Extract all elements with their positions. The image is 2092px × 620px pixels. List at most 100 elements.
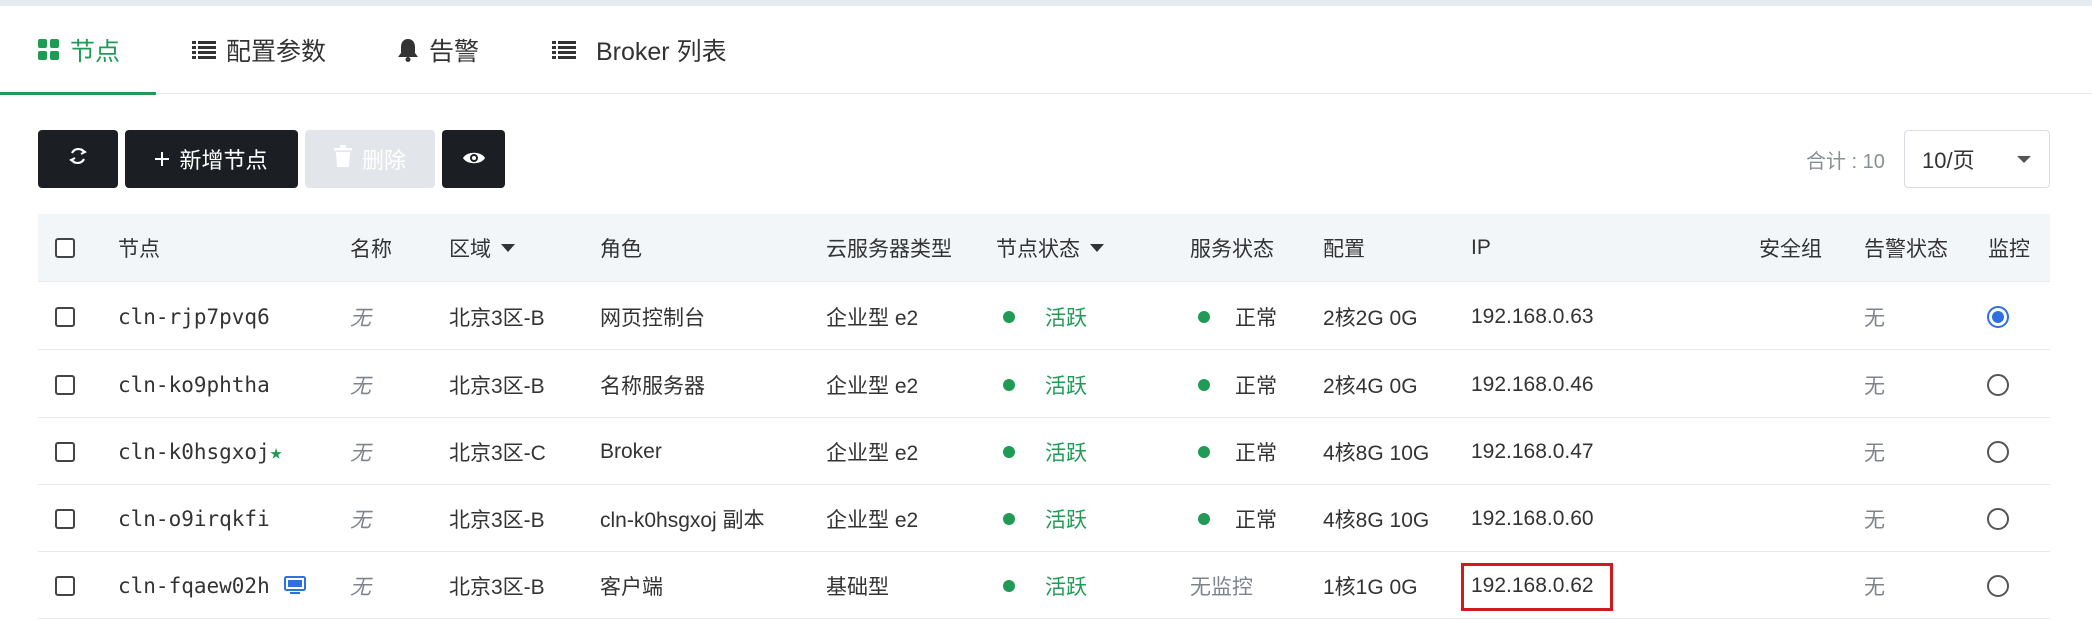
role: 名称服务器	[600, 374, 705, 398]
col-ip: IP	[1471, 236, 1491, 259]
row-checkbox[interactable]	[55, 442, 75, 462]
node-name: 无	[350, 374, 371, 398]
service-status-text: 正常	[1235, 374, 1277, 398]
node-status-text: 活跃	[1045, 575, 1087, 599]
col-alert-status: 告警状态	[1864, 238, 1948, 261]
col-monitor: 监控	[1988, 238, 2030, 261]
col-cloud-type: 云服务器类型	[826, 238, 952, 261]
node-name: 无	[350, 306, 371, 330]
delete-label: 删除	[361, 148, 406, 173]
zone: 北京3区-B	[449, 575, 545, 599]
node-status: 活跃	[1003, 418, 1087, 485]
col-security-group: 安全组	[1759, 238, 1822, 261]
sort-caret-icon	[1090, 244, 1104, 252]
node-id[interactable]: cln-k0hsgxoj	[118, 440, 270, 464]
cloud-type: 基础型	[826, 575, 889, 599]
page-size-value: 10/页	[1922, 148, 1975, 173]
ip-address: 192.168.0.60	[1471, 506, 1594, 530]
refresh-icon	[67, 145, 89, 173]
row-checkbox[interactable]	[55, 375, 75, 395]
add-node-button[interactable]: 新增节点	[125, 130, 298, 188]
monitor-icon	[283, 575, 306, 596]
status-dot-icon	[1003, 512, 1015, 525]
table-row: cln-fqaew02h 无 北京3区-B 客户端 基础型 活跃 无监控 1核1…	[38, 552, 2050, 619]
col-zone[interactable]: 区域	[449, 214, 515, 282]
zone: 北京3区-B	[449, 374, 545, 398]
delete-button[interactable]: 删除	[305, 130, 435, 188]
cloud-type: 企业型 e2	[826, 441, 919, 465]
refresh-button[interactable]	[38, 130, 118, 188]
node-status-text: 活跃	[1045, 508, 1087, 532]
tab-label: 节点	[70, 38, 121, 66]
zone: 北京3区-B	[449, 508, 545, 532]
tab-bar: 节点 配置参数 告警 Broker 列表	[0, 6, 2092, 95]
config: 2核2G 0G	[1323, 306, 1418, 330]
view-toggle-button[interactable]	[442, 130, 505, 188]
row-checkbox[interactable]	[55, 576, 75, 596]
node-name: 无	[350, 575, 371, 599]
eye-icon	[462, 146, 486, 172]
monitor-radio[interactable]	[1987, 441, 2009, 463]
status-dot-icon	[1198, 310, 1210, 323]
cloud-type: 企业型 e2	[826, 306, 919, 330]
node-status: 活跃	[1003, 283, 1087, 350]
table-row: cln-o9irqkfi 无 北京3区-B cln-k0hsgxoj 副本 企业…	[38, 485, 2050, 552]
trash-icon	[333, 145, 352, 173]
node-status: 活跃	[1003, 552, 1087, 619]
status-dot-icon	[1003, 579, 1015, 592]
tab-config-params[interactable]: 配置参数	[192, 6, 326, 94]
row-checkbox[interactable]	[55, 307, 75, 327]
node-status-text: 活跃	[1045, 306, 1087, 330]
node-status: 活跃	[1003, 351, 1087, 418]
service-status-text: 正常	[1235, 441, 1277, 465]
page-size-select[interactable]: 10/页	[1904, 130, 2050, 188]
add-node-label: 新增节点	[179, 148, 268, 173]
tab-label: 配置参数	[226, 38, 327, 66]
row-checkbox[interactable]	[55, 509, 75, 529]
total-count: 合计 : 10	[1806, 150, 1885, 173]
node-id[interactable]: cln-ko9phtha	[118, 351, 270, 418]
config: 2核4G 0G	[1323, 374, 1418, 398]
monitor-radio[interactable]	[1987, 575, 2009, 597]
tab-label: 告警	[429, 38, 480, 66]
node-id[interactable]: cln-o9irqkfi	[118, 485, 270, 552]
monitor-radio[interactable]	[1987, 508, 2009, 530]
role: 客户端	[600, 575, 663, 599]
status-dot-icon	[1198, 512, 1210, 525]
status-dot-icon	[1003, 310, 1015, 323]
tab-label: Broker 列表	[596, 38, 727, 66]
tab-nodes[interactable]: 节点	[0, 6, 156, 95]
service-status: 正常	[1198, 485, 1277, 552]
status-dot-icon	[1198, 445, 1210, 458]
select-all-checkbox[interactable]	[55, 238, 75, 258]
caret-down-icon	[2017, 156, 2031, 163]
service-status: 正常	[1198, 283, 1277, 350]
role: Broker	[600, 439, 662, 463]
list-icon	[552, 40, 576, 60]
zone: 北京3区-C	[449, 441, 546, 465]
node-id-cell: cln-k0hsgxoj ★	[118, 418, 282, 485]
node-id[interactable]: cln-fqaew02h	[118, 574, 270, 598]
service-status: 正常	[1198, 418, 1277, 485]
node-name: 无	[350, 441, 371, 465]
alert-status: 无	[1864, 306, 1885, 330]
monitor-radio[interactable]	[1987, 306, 2009, 328]
star-icon: ★	[269, 439, 283, 464]
status-dot-icon	[1003, 445, 1015, 458]
table-row: cln-k0hsgxoj ★ 无 北京3区-C Broker 企业型 e2 活跃 …	[38, 418, 2050, 485]
monitor-radio[interactable]	[1987, 374, 2009, 396]
ip-highlight-box	[1461, 563, 1613, 611]
col-node-status[interactable]: 节点状态	[996, 214, 1104, 282]
service-status: 无监控	[1190, 575, 1253, 599]
role: cln-k0hsgxoj 副本	[600, 508, 765, 532]
node-status: 活跃	[1003, 485, 1087, 552]
tab-alerts[interactable]: 告警	[397, 6, 479, 94]
alert-status: 无	[1864, 441, 1885, 465]
service-status-text: 正常	[1235, 508, 1277, 532]
config: 4核8G 10G	[1323, 508, 1430, 532]
table-row: cln-ko9phtha 无 北京3区-B 名称服务器 企业型 e2 活跃 正常…	[38, 351, 2050, 418]
list-icon	[192, 40, 216, 60]
node-id[interactable]: cln-rjp7pvq6	[118, 283, 270, 350]
tab-broker-list[interactable]: Broker 列表	[552, 6, 727, 94]
alert-status: 无	[1864, 575, 1885, 599]
